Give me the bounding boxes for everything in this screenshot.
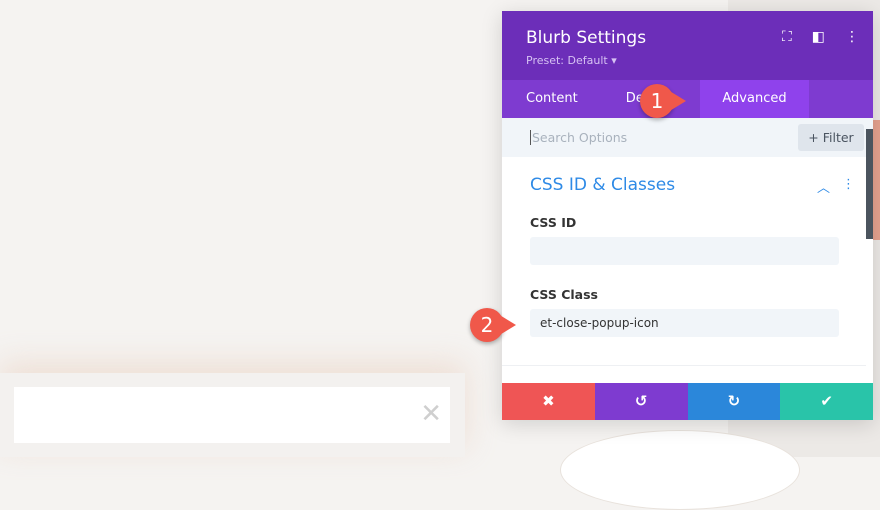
undo-button[interactable]: ↺	[594, 383, 688, 420]
close-popup-icon[interactable]: ✕	[420, 399, 442, 429]
panel-header: Blurb Settings Preset: Default ▾ ⛶ ◧ ⋮	[502, 11, 873, 80]
css-class-label: CSS Class	[530, 287, 598, 302]
fullscreen-icon[interactable]: ⛶	[782, 29, 792, 45]
css-id-input[interactable]	[530, 237, 839, 265]
tabs: Content Design Advanced	[502, 80, 873, 118]
scrollbar[interactable]	[866, 129, 873, 239]
step-marker-2: 2	[470, 308, 516, 342]
blurb-settings-panel: Blurb Settings Preset: Default ▾ ⛶ ◧ ⋮ C…	[502, 11, 873, 420]
section-title[interactable]: CSS ID & Classes	[530, 175, 675, 195]
cancel-button[interactable]: ✖	[502, 383, 595, 420]
panel-title: Blurb Settings	[526, 28, 647, 48]
css-class-input[interactable]: et-close-popup-icon	[530, 309, 839, 337]
divider	[502, 365, 866, 366]
section-menu-icon[interactable]: ⋮	[842, 177, 855, 196]
css-id-label: CSS ID	[530, 215, 577, 230]
redo-button[interactable]: ↻	[687, 383, 781, 420]
step-marker-1: 1	[640, 84, 686, 118]
tab-content[interactable]: Content	[502, 80, 602, 118]
chevron-up-icon[interactable]: ︿	[817, 177, 830, 196]
more-options-icon[interactable]: ⋮	[845, 29, 859, 45]
tab-advanced[interactable]: Advanced	[700, 80, 809, 118]
save-button[interactable]: ✔	[780, 383, 873, 420]
background-plate	[560, 430, 800, 510]
footer-actions: ✖ ↺ ↻ ✔	[502, 383, 873, 420]
popup-box: ✕	[0, 373, 465, 457]
filter-button[interactable]: + Filter	[798, 124, 864, 151]
search-bar: Search Options + Filter	[502, 118, 873, 157]
popup-content: ✕	[14, 387, 450, 443]
preset-dropdown[interactable]: Preset: Default ▾	[526, 54, 617, 67]
split-view-icon[interactable]: ◧	[812, 29, 825, 45]
search-input[interactable]: Search Options	[530, 130, 627, 145]
